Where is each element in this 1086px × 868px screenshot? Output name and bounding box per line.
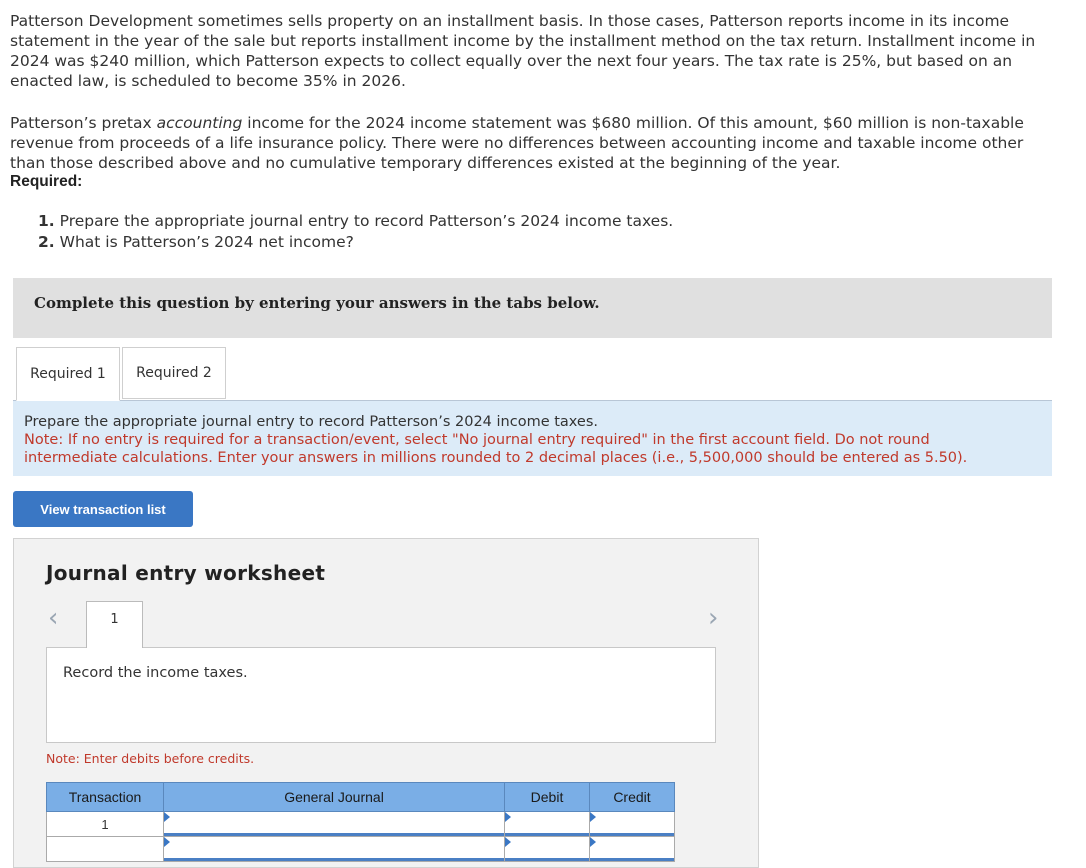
debit-cell[interactable]: [504, 836, 590, 862]
entry-tab-1[interactable]: 1: [86, 601, 143, 648]
required-heading: Required:: [10, 173, 83, 190]
p2-emphasis: accounting: [156, 114, 243, 132]
credit-input[interactable]: [590, 837, 674, 861]
input-marker-icon: [505, 812, 511, 822]
req2-number: 2.: [38, 233, 55, 251]
header-general-journal: General Journal: [163, 782, 505, 812]
credit-input[interactable]: [590, 812, 674, 836]
problem-paragraph-2: Patterson’s pretax accounting income for…: [10, 113, 1060, 173]
dropdown-marker-icon: [164, 812, 170, 822]
input-marker-icon: [505, 837, 511, 847]
instruction-panel: Prepare the appropriate journal entry to…: [13, 401, 1052, 476]
entry-description-box: Record the income taxes.: [46, 647, 716, 743]
dropdown-marker-icon: [164, 837, 170, 847]
requirement-1: 1. Prepare the appropriate journal entry…: [38, 211, 673, 232]
req1-text: Prepare the appropriate journal entry to…: [54, 212, 674, 230]
credit-cell[interactable]: [589, 836, 675, 862]
table-row: 1: [46, 811, 675, 837]
req2-text: What is Patterson’s 2024 net income?: [54, 233, 354, 251]
journal-header-row: Transaction General Journal Debit Credit: [46, 782, 675, 812]
instruction-note: Note: If no entry is required for a tran…: [24, 432, 968, 466]
debit-input[interactable]: [505, 837, 589, 861]
p2-start: Patterson’s pretax: [10, 114, 157, 132]
transaction-cell: [46, 836, 164, 862]
chevron-left-icon[interactable]: ‹: [48, 605, 58, 631]
account-input[interactable]: [164, 812, 504, 836]
input-marker-icon: [590, 812, 596, 822]
account-cell[interactable]: [163, 811, 505, 837]
account-input[interactable]: [164, 837, 504, 861]
account-cell[interactable]: [163, 836, 505, 862]
problem-paragraph-1: Patterson Development sometimes sells pr…: [10, 12, 1036, 90]
credit-cell[interactable]: [589, 811, 675, 837]
header-credit: Credit: [589, 782, 675, 812]
header-debit: Debit: [504, 782, 590, 812]
req1-number: 1.: [38, 212, 55, 230]
chevron-right-icon[interactable]: ›: [708, 605, 718, 631]
journal-entry-worksheet: Journal entry worksheet ‹ › 1 Record the…: [13, 538, 759, 868]
journal-table: Transaction General Journal Debit Credit…: [46, 782, 675, 862]
transaction-cell: 1: [46, 811, 164, 837]
banner-text: Complete this question by entering your …: [34, 294, 600, 312]
instructions-banner: Complete this question by entering your …: [13, 278, 1052, 338]
view-transaction-list-button[interactable]: View transaction list: [13, 491, 193, 527]
tab-required-2[interactable]: Required 2: [122, 347, 226, 399]
debit-input[interactable]: [505, 812, 589, 836]
instruction-text: Prepare the appropriate journal entry to…: [24, 414, 599, 430]
table-row: [46, 836, 675, 862]
input-marker-icon: [590, 837, 596, 847]
debit-cell[interactable]: [504, 811, 590, 837]
header-transaction: Transaction: [46, 782, 164, 812]
tab-required-1[interactable]: Required 1: [16, 347, 120, 401]
requirements-list: 1. Prepare the appropriate journal entry…: [38, 211, 673, 253]
requirement-2: 2. What is Patterson’s 2024 net income?: [38, 232, 673, 253]
worksheet-title: Journal entry worksheet: [46, 561, 326, 585]
debits-note: Note: Enter debits before credits.: [46, 751, 255, 766]
entry-description: Record the income taxes.: [63, 665, 248, 681]
